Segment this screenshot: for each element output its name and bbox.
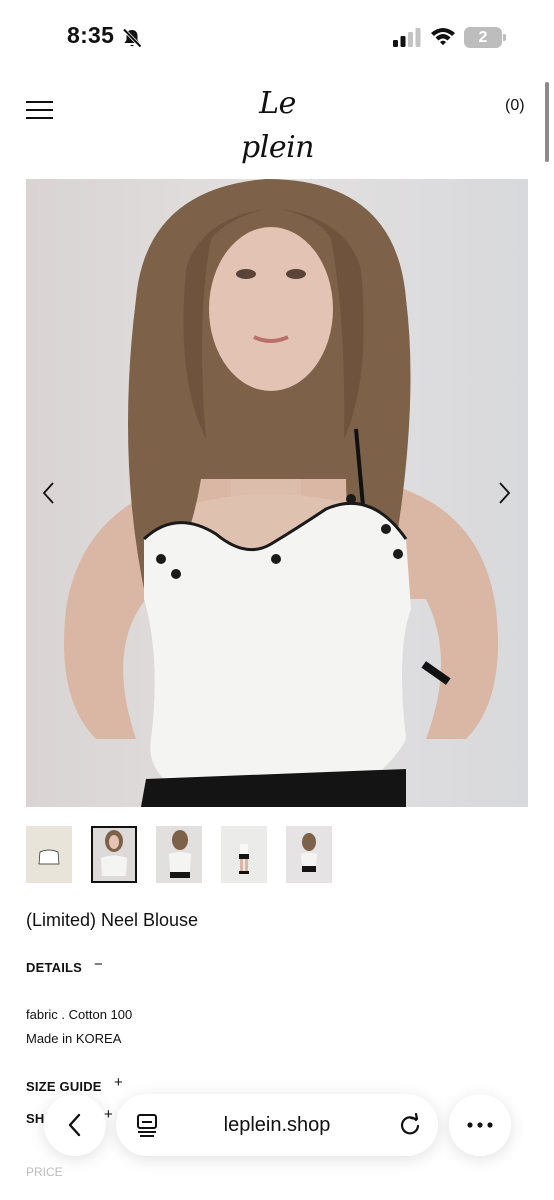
reload-icon[interactable]: [398, 1113, 422, 1137]
chevron-left-icon: [68, 1113, 81, 1137]
menu-icon[interactable]: [26, 99, 53, 120]
thumbnail-3[interactable]: [156, 826, 202, 883]
site-logo[interactable]: Le plein: [220, 82, 335, 165]
address-bar[interactable]: leplein.shop: [116, 1094, 438, 1156]
product-photo: [64, 179, 498, 807]
cellular-signal-icon: [393, 28, 421, 47]
shipping-header[interactable]: SH: [26, 1111, 44, 1126]
status-time: 8:35: [67, 22, 115, 48]
details-header[interactable]: DETAILS: [26, 960, 82, 975]
gallery-next-icon[interactable]: [493, 479, 515, 507]
thumbnail-1[interactable]: [26, 826, 72, 883]
size-guide-header[interactable]: SIZE GUIDE: [26, 1079, 102, 1094]
detail-origin: Made in KOREA: [26, 1031, 122, 1046]
status-bar: 8:35 2: [0, 0, 554, 72]
battery-icon: 2: [464, 27, 508, 48]
battery-level: 2: [478, 29, 488, 46]
more-icon: [467, 1122, 493, 1128]
thumbnail-4[interactable]: [221, 826, 267, 883]
bell-muted-icon: [122, 28, 142, 48]
price-label: PRICE: [26, 1165, 63, 1179]
page-scrollbar[interactable]: [545, 82, 549, 162]
size-guide-toggle[interactable]: +: [114, 1074, 123, 1091]
thumbnail-2[interactable]: [91, 826, 137, 883]
product-title: (Limited) Neel Blouse: [26, 910, 199, 930]
details-toggle[interactable]: −: [94, 956, 103, 973]
thumbnail-5[interactable]: [286, 826, 332, 883]
more-button[interactable]: [449, 1094, 511, 1156]
url-text[interactable]: leplein.shop: [116, 1094, 438, 1156]
gallery-prev-icon[interactable]: [38, 479, 60, 507]
browser-back-button[interactable]: [44, 1094, 106, 1156]
wifi-icon: [431, 28, 455, 46]
product-main-image: [26, 179, 528, 807]
detail-fabric: fabric . Cotton 100: [26, 1007, 133, 1022]
cart-button[interactable]: (0): [505, 97, 525, 115]
